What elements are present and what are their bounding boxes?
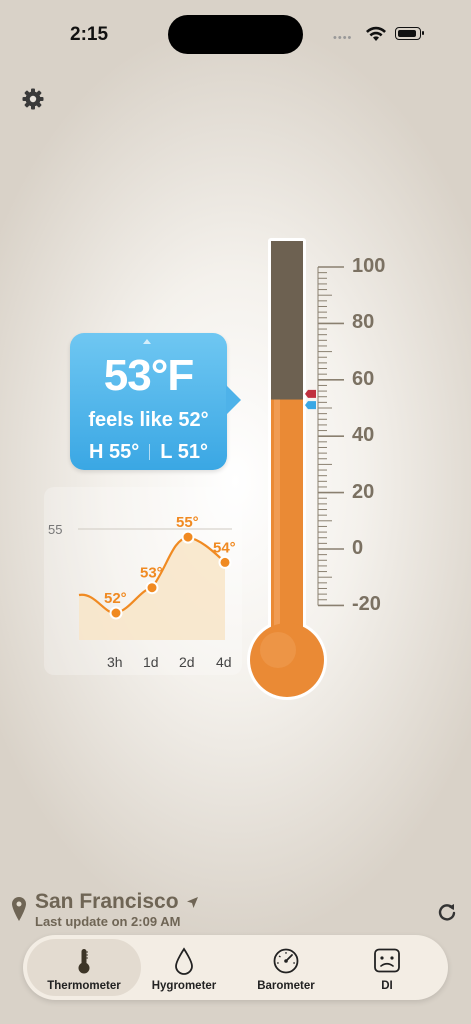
- high-temperature: H 55°: [89, 441, 140, 463]
- high-low: H 55° L 51°: [70, 441, 227, 464]
- battery-icon: [395, 27, 424, 40]
- status-time: 2:15: [70, 24, 109, 45]
- thermometer-icon: [78, 949, 90, 974]
- high-marker-icon: [305, 389, 316, 398]
- wifi-icon: [366, 26, 386, 41]
- scale-label: 60: [352, 367, 375, 390]
- thermometer-bulb-shine: [260, 632, 296, 668]
- forecast-x-label: 4d: [216, 654, 232, 670]
- dynamic-island: [168, 15, 303, 54]
- scale-label: 0: [352, 537, 364, 559]
- thermometer-tube-border: [268, 238, 306, 638]
- low-marker-icon: [305, 401, 316, 410]
- city-name[interactable]: San Francisco: [35, 890, 179, 914]
- low-temperature: L 51°: [160, 441, 208, 463]
- tab-label: DI: [381, 980, 393, 992]
- settings-gear-icon[interactable]: [20, 86, 46, 112]
- forecast-x-label: 1d: [143, 654, 159, 670]
- forecast-x-label: 3h: [107, 654, 123, 670]
- temperature-bubble[interactable]: 53°F feels like 52° H 55° L 51°: [70, 333, 241, 470]
- scale-label: 40: [352, 424, 375, 447]
- thermometer-empty: [271, 241, 303, 636]
- divider: [149, 444, 151, 460]
- thermometer-highlight: [274, 399, 280, 636]
- tab-label: Thermometer: [47, 980, 121, 992]
- feels-like: feels like 52°: [88, 409, 209, 431]
- tab-barometer[interactable]: Barometer: [229, 939, 343, 996]
- scale-label: 20: [352, 480, 375, 503]
- tab-hygrometer[interactable]: Hygrometer: [127, 939, 241, 996]
- current-temperature: 53°F: [103, 351, 194, 400]
- thermometer-bulb: [250, 623, 324, 697]
- tab-di[interactable]: DI: [330, 939, 444, 996]
- tab-label: Hygrometer: [151, 980, 217, 992]
- tab-label: Barometer: [257, 980, 315, 992]
- last-update: Last update on 2:09 AM: [35, 914, 181, 929]
- thermometer-fill: [271, 399, 303, 636]
- status-bar: 2:15 ••••: [0, 0, 471, 70]
- tab-bar: Thermometer Hygrometer Barometer DI: [23, 935, 448, 1000]
- scale-label: 100: [352, 255, 386, 277]
- expand-caret-icon: [143, 339, 151, 344]
- location-arrow-icon: [187, 897, 198, 908]
- gauge-icon: [273, 948, 299, 974]
- refresh-icon[interactable]: [437, 902, 457, 922]
- forecast-panel: [44, 487, 242, 675]
- tab-thermometer[interactable]: Thermometer: [27, 939, 141, 996]
- droplet-icon: [175, 947, 193, 975]
- thermometer-bulb-border: [247, 620, 327, 700]
- scale-label: 80: [352, 311, 375, 334]
- forecast-x-label: 2d: [179, 654, 195, 670]
- signal-dots: ••••: [333, 32, 353, 44]
- sad-face-icon: [374, 948, 400, 973]
- location-pin-icon: [12, 897, 26, 921]
- scale-label: -20: [352, 593, 381, 616]
